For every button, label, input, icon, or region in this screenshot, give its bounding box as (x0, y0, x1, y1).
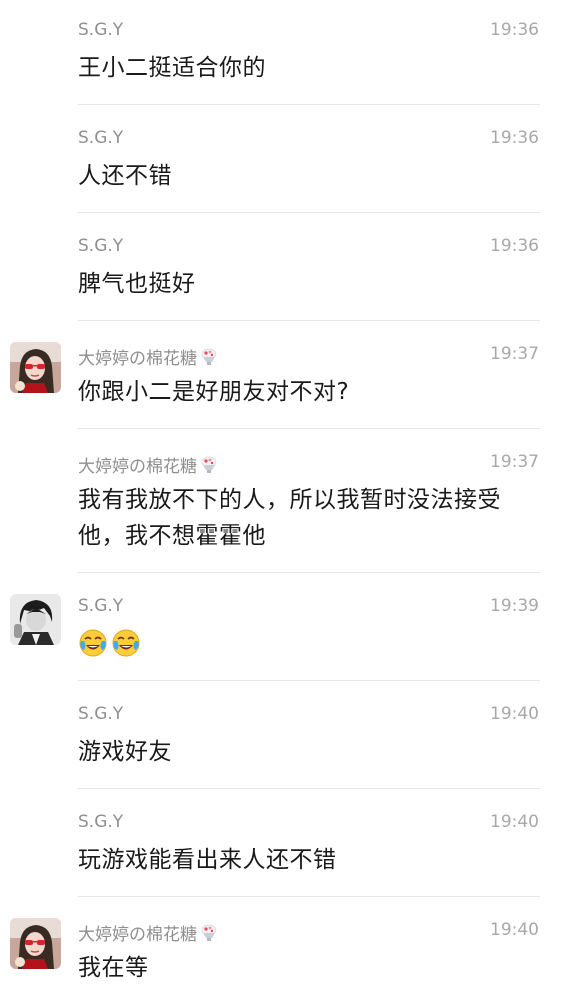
chat-message[interactable]: S.G.Y 19:36 王小二挺适合你的 (0, 0, 564, 105)
message-text[interactable]: 我在等 (78, 950, 528, 986)
message-time: 19:40 (490, 920, 539, 940)
message-time: 19:37 (490, 452, 539, 472)
message-text[interactable]: 我有我放不下的人，所以我暂时没法接受他，我不想霍霍他 (78, 482, 528, 554)
sender-name: 大婷婷の棉花糖 (78, 452, 218, 477)
chat-message[interactable]: 大婷婷の棉花糖 19:37 我有我放不下的人，所以我暂时没法接受他，我不想霍霍他 (0, 432, 564, 573)
sender-name: 大婷婷の棉花糖 (78, 344, 218, 369)
chat-message[interactable]: S.G.Y 19:40 游戏好友 (0, 684, 564, 789)
message-time: 19:36 (490, 236, 539, 256)
message-time: 19:37 (490, 344, 539, 364)
girl-avatar-icon (10, 918, 61, 969)
message-time: 19:39 (490, 596, 539, 616)
chat-message[interactable]: 大婷婷の棉花糖 19:37 你跟小二是好朋友对不对? (0, 324, 564, 429)
message-divider (78, 572, 540, 573)
message-time: 19:36 (490, 128, 539, 148)
message-divider (78, 320, 540, 321)
chat-message[interactable]: S.G.Y 19:36 人还不错 (0, 108, 564, 213)
crying-laughing-face-icon (79, 629, 107, 656)
sender-name: S.G.Y (78, 596, 124, 616)
message-emoji-content[interactable] (78, 624, 528, 660)
message-divider (78, 788, 540, 789)
chat-message[interactable]: S.G.Y 19:40 玩游戏能看出来人还不错 (0, 792, 564, 897)
sender-name: S.G.Y (78, 704, 124, 724)
boy-avatar-icon (10, 594, 61, 645)
chat-message[interactable]: S.G.Y 19:39 (0, 576, 564, 681)
sender-name: S.G.Y (78, 236, 124, 256)
message-time: 19:36 (490, 20, 539, 40)
message-text[interactable]: 脾气也挺好 (78, 266, 528, 302)
crying-laughing-face-icon (112, 629, 140, 656)
message-text[interactable]: 你跟小二是好朋友对不对? (78, 374, 528, 410)
chat-message[interactable]: S.G.Y 19:36 脾气也挺好 (0, 216, 564, 321)
girl-avatar-icon (10, 342, 61, 393)
avatar[interactable] (10, 594, 61, 645)
chat-history[interactable]: S.G.Y 19:36 王小二挺适合你的 S.G.Y 19:36 人还不错 S.… (0, 0, 564, 1005)
sender-name: 大婷婷の棉花糖 (78, 920, 218, 945)
message-divider (78, 896, 540, 897)
shaved-ice-icon (201, 924, 217, 941)
avatar[interactable] (10, 918, 61, 969)
message-text[interactable]: 人还不错 (78, 158, 528, 194)
message-time: 19:40 (490, 704, 539, 724)
message-divider (78, 212, 540, 213)
message-text[interactable]: 王小二挺适合你的 (78, 50, 528, 86)
message-text[interactable]: 游戏好友 (78, 734, 528, 770)
message-text[interactable]: 玩游戏能看出来人还不错 (78, 842, 528, 878)
shaved-ice-icon (201, 456, 217, 473)
chat-message[interactable]: 大婷婷の棉花糖 19:40 我在等 (0, 900, 564, 1005)
message-divider (78, 428, 540, 429)
sender-name: S.G.Y (78, 20, 124, 40)
avatar[interactable] (10, 342, 61, 393)
message-time: 19:40 (490, 812, 539, 832)
message-divider (78, 104, 540, 105)
sender-name: S.G.Y (78, 128, 124, 148)
message-divider (78, 680, 540, 681)
sender-name: S.G.Y (78, 812, 124, 832)
shaved-ice-icon (201, 348, 217, 365)
